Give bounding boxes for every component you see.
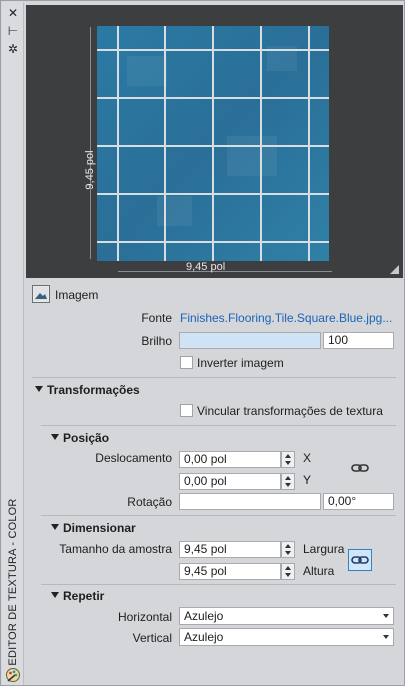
link-transforms-label: Vincular transformações de textura xyxy=(197,404,383,418)
source-file-link[interactable]: Finishes.Flooring.Tile.Square.Blue.jpg..… xyxy=(180,311,392,325)
horizontal-repeat-value: Azulejo xyxy=(184,609,224,623)
offset-label: Deslocamento xyxy=(95,451,172,465)
offset-y-field[interactable]: 0,00 pol xyxy=(179,473,281,490)
lock-offset-link-icon[interactable] xyxy=(350,460,370,476)
rotation-field[interactable]: 0,00° xyxy=(323,493,394,510)
rotation-label: Rotação xyxy=(127,495,172,509)
texture-editor-palette: ✕ ⊢ ✲ EDITOR DE TEXTURA - COLOR 9,45 pol xyxy=(0,0,405,686)
source-label: Fonte xyxy=(141,311,172,325)
brightness-field[interactable]: 100 xyxy=(323,332,394,349)
vertical-repeat-select[interactable]: Azulejo xyxy=(179,628,394,646)
divider xyxy=(41,584,396,585)
settings-icon[interactable]: ✲ xyxy=(6,42,20,56)
x-axis-label: X xyxy=(303,451,312,465)
horizontal-label: Horizontal xyxy=(117,610,172,624)
image-label: Imagem xyxy=(55,288,99,302)
rotation-slider[interactable] xyxy=(179,493,321,510)
palette-title-strip: ✕ ⊢ ✲ EDITOR DE TEXTURA - COLOR xyxy=(2,2,24,685)
divider xyxy=(41,515,396,516)
texture-editor-icon xyxy=(5,667,21,683)
vertical-repeat-value: Azulejo xyxy=(184,630,224,644)
link-transforms-checkbox[interactable] xyxy=(180,404,193,417)
image-icon xyxy=(32,285,50,303)
width-dimension-label: 9,45 pol xyxy=(186,261,226,273)
divider xyxy=(41,425,396,426)
pin-icon[interactable]: ⊢ xyxy=(6,24,20,38)
transforms-header[interactable]: Transformações xyxy=(47,383,140,397)
close-icon[interactable]: ✕ xyxy=(6,6,20,20)
palette-title: EDITOR DE TEXTURA - COLOR xyxy=(7,497,19,666)
sample-height-field[interactable]: 9,45 pol xyxy=(179,563,281,580)
offset-y-spinner[interactable] xyxy=(281,473,295,490)
chevron-down-icon xyxy=(383,614,389,618)
brightness-label: Brilho xyxy=(141,334,172,348)
invert-image-label: Inverter imagem xyxy=(197,356,284,370)
lock-aspect-link-icon[interactable] xyxy=(348,549,372,571)
repeat-header[interactable]: Repetir xyxy=(63,589,104,603)
width-label: Largura xyxy=(303,542,345,556)
repeat-collapse-icon[interactable] xyxy=(51,592,59,598)
brightness-slider[interactable] xyxy=(179,332,321,349)
height-dimension-line xyxy=(90,27,91,259)
chevron-down-icon xyxy=(383,635,389,639)
invert-image-checkbox[interactable] xyxy=(180,356,193,369)
offset-x-spinner[interactable] xyxy=(281,451,295,468)
scale-header[interactable]: Dimensionar xyxy=(63,521,136,535)
height-label: Altura xyxy=(303,564,335,578)
divider xyxy=(32,377,396,378)
scale-collapse-icon[interactable] xyxy=(51,524,59,530)
texture-swatch xyxy=(97,26,329,261)
vertical-label: Vertical xyxy=(132,631,172,645)
horizontal-repeat-select[interactable]: Azulejo xyxy=(179,607,394,625)
resize-grip[interactable] xyxy=(390,265,399,274)
sample-size-label: Tamanho da amostra xyxy=(59,542,172,556)
transforms-collapse-icon[interactable] xyxy=(35,386,43,392)
position-collapse-icon[interactable] xyxy=(51,434,59,440)
sample-width-spinner[interactable] xyxy=(281,541,295,558)
y-axis-label: Y xyxy=(303,473,312,487)
texture-preview[interactable]: 9,45 pol 9,45 pol xyxy=(26,5,403,278)
offset-x-field[interactable]: 0,00 pol xyxy=(179,451,281,468)
position-header[interactable]: Posição xyxy=(63,431,109,445)
sample-height-spinner[interactable] xyxy=(281,563,295,580)
sample-width-field[interactable]: 9,45 pol xyxy=(179,541,281,558)
